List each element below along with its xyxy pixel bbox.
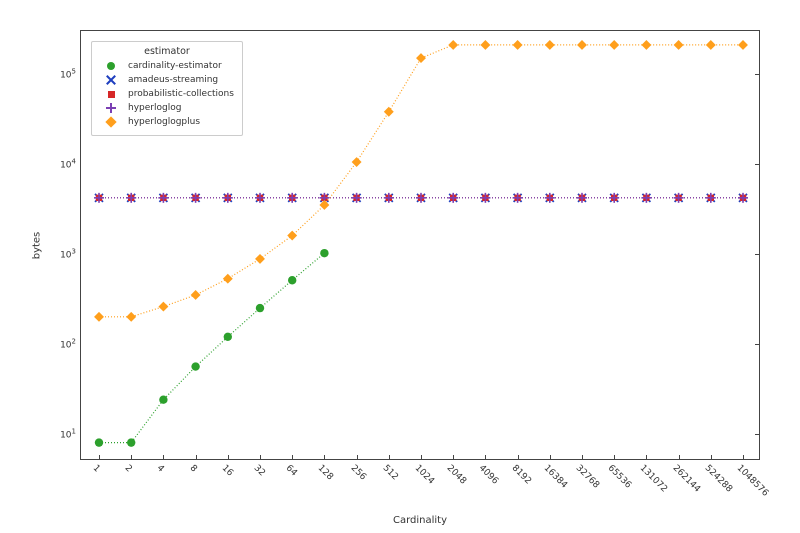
plot-axes: estimator cardinality-estimator amadeus-…: [80, 30, 760, 460]
x-icon: [100, 75, 122, 85]
x-tick-label: 512: [380, 459, 403, 482]
x-tick-label: 64: [284, 459, 303, 478]
legend-label: amadeus-streaming: [128, 75, 218, 85]
circle-icon: [100, 62, 122, 70]
legend-entry: cardinality-estimator: [100, 59, 234, 73]
x-tick-label: 32768: [574, 459, 606, 491]
x-tick-label: 8192: [509, 459, 537, 487]
x-tick-label: 16384: [541, 459, 573, 491]
legend-entry: amadeus-streaming: [100, 73, 234, 87]
y-tick-label: 102: [60, 337, 81, 350]
legend-label: hyperloglogplus: [128, 117, 200, 127]
x-tick-label: 1048576: [735, 459, 775, 499]
square-icon: [100, 91, 122, 98]
x-tick-label: 2048: [445, 459, 473, 487]
plus-icon: [100, 103, 122, 113]
x-tick-label: 1: [91, 459, 106, 474]
y-tick-label: 104: [60, 157, 81, 170]
diamond-icon: [100, 118, 122, 126]
x-tick-label: 524288: [702, 459, 738, 495]
legend-label: hyperloglog: [128, 103, 181, 113]
y-tick-label: 105: [60, 67, 81, 80]
x-tick-label: 4096: [477, 459, 505, 487]
x-tick-label: 65536: [606, 459, 638, 491]
x-tick-label: 128: [316, 459, 339, 482]
x-tick-label: 8: [187, 459, 202, 474]
x-tick-label: 32: [252, 459, 271, 478]
legend-entry: probabilistic-collections: [100, 87, 234, 101]
x-tick-label: 4: [155, 459, 170, 474]
x-tick-label: 262144: [670, 459, 706, 495]
x-axis-label: Cardinality: [80, 515, 760, 526]
x-tick-label: 131072: [638, 459, 674, 495]
x-tick-label: 1024: [413, 459, 441, 487]
figure: bytes estimator cardinality-estimator am…: [0, 0, 800, 533]
x-tick-label: 256: [348, 459, 371, 482]
legend-entry: hyperloglog: [100, 101, 234, 115]
legend-entry: hyperloglogplus: [100, 115, 234, 129]
y-tick-label: 101: [60, 427, 81, 440]
y-tick-label: 103: [60, 247, 81, 260]
legend-label: probabilistic-collections: [128, 89, 234, 99]
y-axis-label: bytes: [30, 30, 44, 460]
x-tick-label: 2: [123, 459, 138, 474]
legend: estimator cardinality-estimator amadeus-…: [91, 41, 243, 136]
legend-label: cardinality-estimator: [128, 61, 222, 71]
legend-title: estimator: [100, 46, 234, 57]
x-tick-label: 16: [219, 459, 238, 478]
